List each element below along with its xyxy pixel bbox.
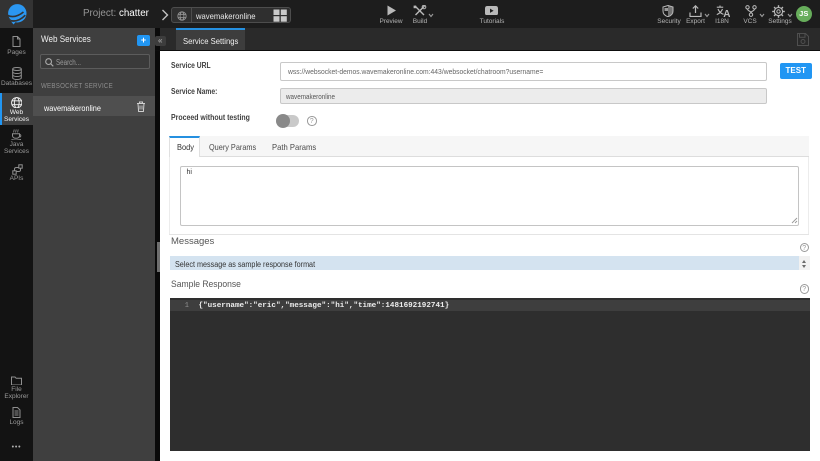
- svg-text:A: A: [723, 9, 730, 18]
